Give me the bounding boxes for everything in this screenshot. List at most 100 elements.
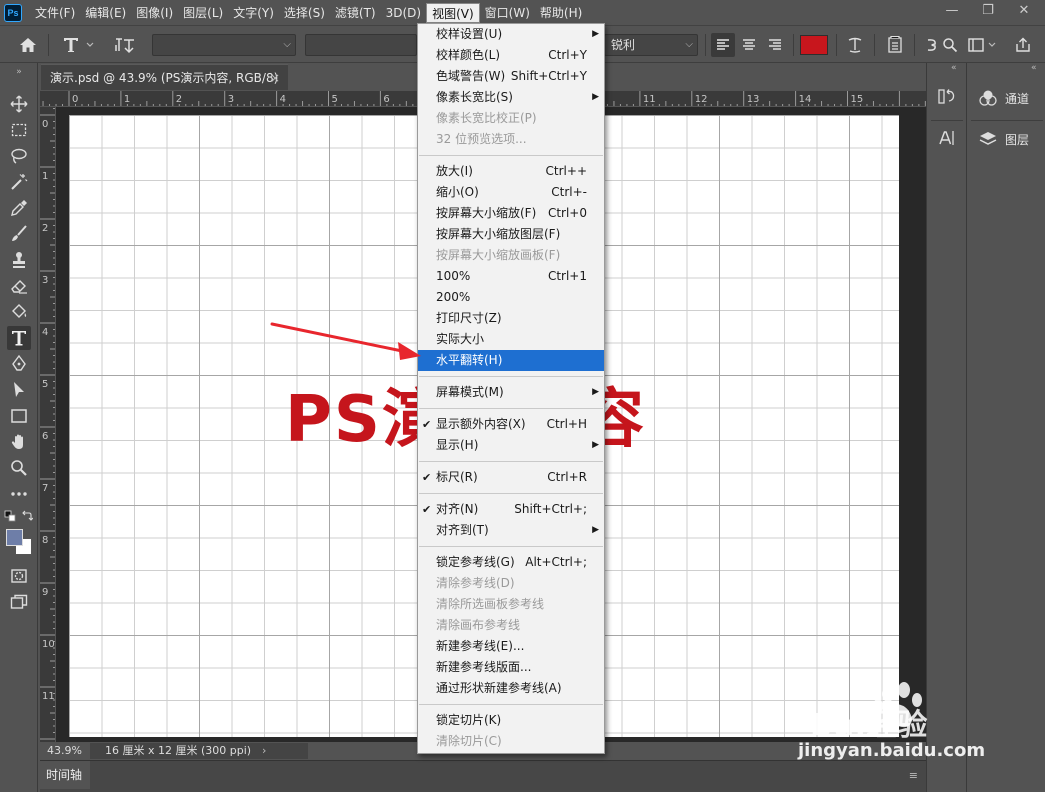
view-menu-item[interactable]: 新建参考线(E)... (418, 636, 604, 657)
menu-item-label: 标尺(R) (436, 470, 478, 484)
type-tool-icon[interactable] (7, 326, 31, 350)
view-menu-item[interactable]: 色域警告(W) Shift+Ctrl+Y (418, 66, 604, 87)
panel-collapse-icon[interactable]: » (7, 67, 31, 77)
close-window-button[interactable]: ✕ (1006, 0, 1042, 22)
font-family-select[interactable]: ⌵ (152, 34, 296, 56)
text-orientation-icon[interactable] (110, 33, 140, 57)
view-menu-item[interactable]: 校样颜色(L) Ctrl+Y (418, 45, 604, 66)
view-menu-item[interactable]: 锁定参考线(G) Alt+Ctrl+; (418, 552, 604, 573)
minimize-button[interactable]: — (934, 0, 970, 22)
timeline-tab[interactable]: 时间轴 (40, 761, 90, 789)
menu-layer[interactable]: 图层(L) (178, 3, 228, 23)
menu-select[interactable]: 选择(S) (279, 3, 330, 23)
vertical-ruler[interactable]: 0 1 2 3 4 5 6 7 8 9 10 11 (40, 107, 56, 742)
home-icon[interactable] (14, 33, 42, 57)
view-menu-item: 清除参考线(D) (418, 573, 604, 594)
type-tool-preset-icon[interactable] (58, 33, 98, 57)
menu-filter[interactable]: 滤镜(T) (330, 3, 381, 23)
panel-collapse-icon[interactable]: « (951, 63, 957, 73)
menu-item-label: 显示额外内容(X) (436, 417, 526, 431)
view-menu-item[interactable]: 100% Ctrl+1 (418, 266, 604, 287)
view-menu-item[interactable]: 200% (418, 287, 604, 308)
font-style-select[interactable] (305, 34, 417, 56)
layers-panel-button[interactable]: 图层 (979, 128, 1029, 150)
warp-text-icon[interactable] (842, 33, 868, 57)
screen-mode-icon[interactable] (7, 591, 31, 613)
view-menu-item[interactable]: 校样设置(U) ▶ (418, 24, 604, 45)
options-separator (914, 34, 915, 56)
view-menu-item[interactable]: ✔ 对齐(N) Shift+Ctrl+; (418, 499, 604, 520)
move-tool-icon[interactable] (7, 93, 31, 115)
view-menu-item[interactable]: 新建参考线版面... (418, 657, 604, 678)
view-menu-item[interactable]: 放大(I) Ctrl++ (418, 161, 604, 182)
search-icon[interactable] (940, 33, 960, 57)
eraser-tool-icon[interactable] (7, 275, 31, 297)
menu-type[interactable]: 文字(Y) (228, 3, 279, 23)
view-menu-item[interactable]: 缩小(O) Ctrl+- (418, 182, 604, 203)
view-menu-item[interactable]: 水平翻转(H) (418, 350, 604, 371)
layers-icon (979, 132, 997, 145)
menu-bar: Ps 文件(F) 编辑(E) 图像(I) 图层(L) 文字(Y) 选择(S) 滤… (0, 0, 1045, 25)
document-info[interactable]: 16 厘米 x 12 厘米 (300 ppi) (90, 743, 308, 759)
view-menu-item: 像素长宽比校正(P) (418, 108, 604, 129)
restore-button[interactable]: ❐ (970, 0, 1006, 22)
rectangle-tool-icon[interactable] (7, 405, 31, 427)
close-icon[interactable]: × (270, 65, 280, 91)
view-menu-item[interactable]: 按屏幕大小缩放图层(F) (418, 224, 604, 245)
zoom-level[interactable]: 43.9% (47, 744, 82, 757)
text-color-swatch[interactable] (800, 35, 828, 55)
menu-help[interactable]: 帮助(H) (535, 3, 587, 23)
path-selection-tool-icon[interactable] (7, 379, 31, 401)
marquee-tool-icon[interactable] (7, 119, 31, 141)
menu-edit[interactable]: 编辑(E) (80, 3, 131, 23)
brush-tool-icon[interactable] (7, 223, 31, 245)
character-panel-icon[interactable] (882, 33, 908, 57)
swap-colors-icon[interactable] (20, 510, 34, 522)
view-menu-item[interactable]: 通过形状新建参考线(A) (418, 678, 604, 699)
menu-3d[interactable]: 3D(D) (381, 3, 426, 23)
stamp-tool-icon[interactable] (7, 249, 31, 271)
view-menu-item[interactable]: 锁定切片(K) (418, 710, 604, 731)
hand-tool-icon[interactable] (7, 431, 31, 453)
align-center-icon[interactable] (737, 33, 761, 57)
view-menu-item[interactable]: 实际大小 (418, 329, 604, 350)
eyedropper-tool-icon[interactable] (7, 197, 31, 219)
chevron-right-icon[interactable]: › (262, 744, 266, 757)
panel-collapse-icon[interactable]: « (1031, 63, 1037, 73)
default-colors-icon[interactable] (3, 510, 17, 522)
pen-tool-icon[interactable] (7, 353, 31, 375)
antialias-select[interactable]: 锐利 ⌵ (604, 34, 698, 56)
view-menu-item[interactable]: 打印尺寸(Z) (418, 308, 604, 329)
more-tools-icon[interactable] (7, 483, 31, 505)
view-menu-item[interactable]: ✔ 显示额外内容(X) Ctrl+H (418, 414, 604, 435)
menu-window[interactable]: 窗口(W) (480, 3, 535, 23)
quick-mask-icon[interactable] (7, 565, 31, 587)
paint-bucket-tool-icon[interactable] (7, 301, 31, 323)
document-tab[interactable]: 演示.psd @ 43.9% (PS演示内容, RGB/8) * × (41, 64, 288, 111)
workspace-switcher-icon[interactable] (966, 33, 1000, 57)
share-icon[interactable] (1010, 33, 1036, 57)
align-right-icon[interactable] (763, 33, 787, 57)
history-panel-icon[interactable] (938, 85, 958, 107)
view-menu-item[interactable]: 按屏幕大小缩放(F) Ctrl+0 (418, 203, 604, 224)
view-menu-item: 按屏幕大小缩放画板(F) (418, 245, 604, 266)
submenu-arrow-icon: ▶ (592, 92, 599, 102)
menu-image[interactable]: 图像(I) (131, 3, 178, 23)
menu-view[interactable]: 视图(V) (426, 2, 480, 23)
view-menu-item[interactable]: 像素长宽比(S) ▶ (418, 87, 604, 108)
align-left-icon[interactable] (711, 33, 735, 57)
view-menu-item[interactable]: ✔ 标尺(R) Ctrl+R (418, 467, 604, 488)
magic-wand-tool-icon[interactable] (7, 171, 31, 193)
lasso-tool-icon[interactable] (7, 145, 31, 167)
view-menu-item[interactable]: 显示(H) ▶ (418, 435, 604, 456)
channels-panel-button[interactable]: 通道 (979, 87, 1029, 109)
view-menu-item[interactable]: 屏幕模式(M) ▶ (418, 382, 604, 403)
view-menu-item[interactable]: 对齐到(T) ▶ (418, 520, 604, 541)
menu-file[interactable]: 文件(F) (30, 3, 80, 23)
menu-item-shortcut: Ctrl+H (546, 417, 587, 431)
menu-item-label: 水平翻转(H) (436, 353, 503, 367)
foreground-color-swatch[interactable] (6, 529, 23, 546)
zoom-tool-icon[interactable] (7, 457, 31, 479)
panel-menu-icon[interactable]: ≡ (909, 769, 918, 782)
character-panel-icon[interactable] (938, 127, 958, 149)
